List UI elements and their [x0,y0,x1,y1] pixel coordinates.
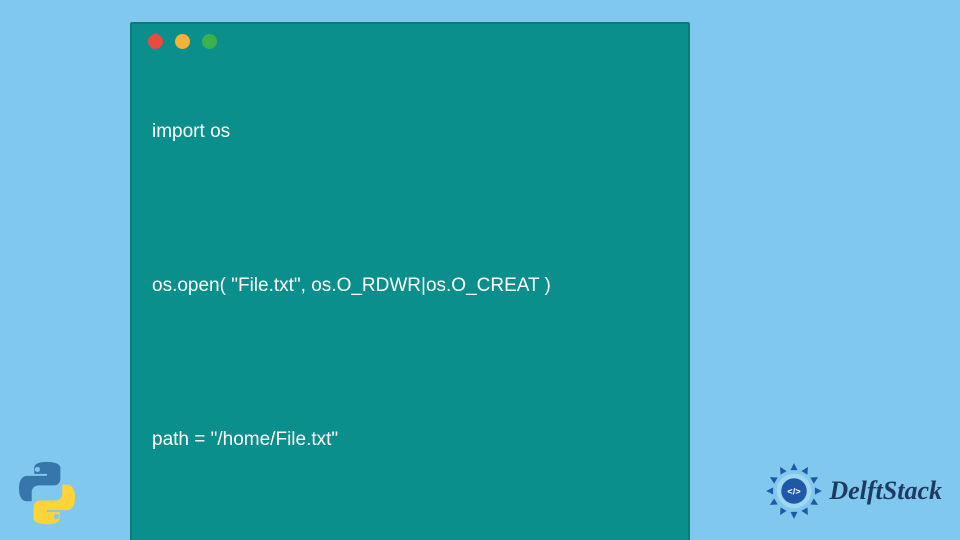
code-window: import os os.open( "File.txt", os.O_RDWR… [130,22,690,540]
code-line: import os [152,119,668,145]
code-line [152,350,668,376]
delftstack-seal-icon: </> [765,462,823,520]
code-body: import os os.open( "File.txt", os.O_RDWR… [132,58,688,540]
code-line: path = "/home/File.txt" [152,427,668,453]
code-line [152,504,668,530]
brand-name: DelftStack [829,476,942,506]
code-line [152,196,668,222]
close-icon [148,34,163,49]
python-logo-icon [12,458,82,528]
window-titlebar [132,24,688,58]
maximize-icon [202,34,217,49]
brand-block: </> DelftStack [765,462,942,520]
code-line: os.open( "File.txt", os.O_RDWR|os.O_CREA… [152,273,668,299]
svg-text:</>: </> [788,486,802,496]
minimize-icon [175,34,190,49]
